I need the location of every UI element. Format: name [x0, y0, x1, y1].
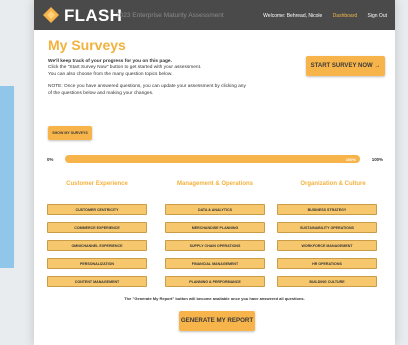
topic-button[interactable]: SUPPLY CHAIN OPERATIONS [165, 240, 265, 251]
brand-name: FLASH [64, 6, 123, 25]
brand-subtitle: 2023 Enterprise Maturity Assessment [116, 12, 224, 19]
progress-bar: 100% [65, 155, 360, 163]
topic-button[interactable]: FINANCIAL MANAGEMENT [165, 258, 265, 269]
generate-report-button[interactable]: GENERATE MY REPORT [179, 311, 255, 331]
report-footnote: The "Generate My Report" button will bec… [124, 296, 305, 301]
page-title: My Surveys [48, 37, 126, 53]
welcome-text: Welcome: Behread, Nicole [263, 13, 323, 19]
topic-button[interactable]: HR OPERATIONS [277, 258, 377, 269]
intro-text: We'll keep track of your progress for yo… [48, 59, 248, 97]
topic-button[interactable]: PLANNING & PERFORMANCE [165, 276, 265, 287]
progress-bar-fill [65, 155, 360, 163]
user-nav: Welcome: Behread, Nicole Dashboard Sign … [254, 13, 387, 19]
topic-button[interactable]: PERSONALIZATION [47, 258, 147, 269]
top-navigation-bar: FLASH 2023 Enterprise Maturity Assessmen… [34, 0, 395, 30]
topic-button[interactable]: CUSTOMER CENTRICITY [47, 204, 147, 215]
topic-button[interactable]: CONTENT MANAGEMENT [47, 276, 147, 287]
topic-button[interactable]: BUSINESS STRATEGY [277, 204, 377, 215]
column-title-customer-experience: Customer Experience [66, 181, 128, 187]
show-my-surveys-button[interactable]: SHOW MY SURVEYS [48, 126, 92, 140]
column-title-management-operations: Management & Operations [176, 181, 253, 187]
progress-max-label: 100% [371, 157, 383, 162]
left-accent-panel [0, 86, 14, 268]
topic-button[interactable]: COMMERCE EXPERIENCE [47, 222, 147, 233]
topic-button[interactable]: MERCHANDISE PLANNING [165, 222, 265, 233]
column-title-organization-culture: Organization & Culture [300, 181, 366, 187]
topic-button[interactable]: WORKFORCE MANAGEMENT [277, 240, 377, 251]
start-survey-button[interactable]: START SURVEY NOW → [306, 56, 385, 76]
intro-line-2: You can also choose from the many questi… [48, 71, 173, 77]
diamond-logo-icon [43, 7, 59, 23]
topic-button[interactable]: OMNICHANNEL EXPERIENCE [47, 240, 147, 251]
topic-button[interactable]: BUILDING CULTURE [277, 276, 377, 287]
progress-min-label: 0% [47, 157, 54, 162]
nav-sign-out-link[interactable]: Sign Out [368, 13, 387, 19]
progress-fill-label: 100% [345, 156, 356, 162]
intro-note: NOTE: Once you have answered questions, … [48, 84, 246, 96]
nav-dashboard-link[interactable]: Dashboard [333, 13, 357, 19]
topic-button[interactable]: SUSTAINABILITY OPERATIONS [277, 222, 377, 233]
app-window: FLASH 2023 Enterprise Maturity Assessmen… [34, 0, 395, 345]
topic-button[interactable]: DATA & ANALYTICS [165, 204, 265, 215]
